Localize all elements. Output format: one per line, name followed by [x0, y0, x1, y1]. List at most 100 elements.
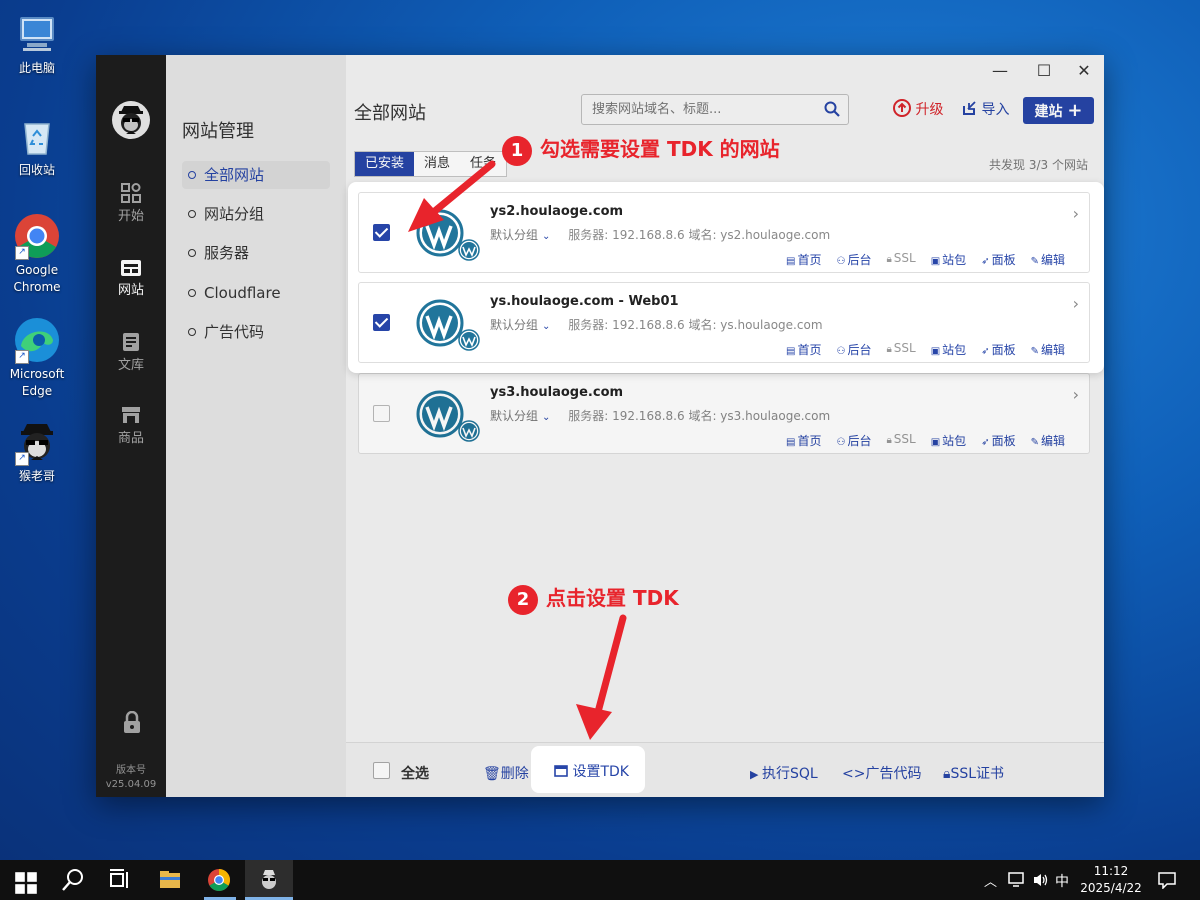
search-input[interactable]: [582, 95, 827, 124]
rail-item-library[interactable]: 文库: [96, 332, 166, 373]
site-group-select[interactable]: 默认分组 ⌄: [490, 318, 550, 332]
monkey-logo-icon: ↗: [13, 418, 61, 466]
panel-link[interactable]: ➶ 面板: [981, 251, 1015, 268]
desktop-icon-label: 此电脑: [18, 61, 55, 75]
ssl-link[interactable]: 🔒︎ SSL: [886, 341, 915, 358]
network-icon[interactable]: [1008, 872, 1026, 888]
chevron-right-icon[interactable]: ›: [1073, 294, 1079, 313]
app-logo[interactable]: [112, 101, 150, 139]
upgrade-button[interactable]: 升级: [893, 99, 943, 119]
desktop-icon-chrome[interactable]: ↗ Google Chrome: [6, 212, 68, 296]
admin-link[interactable]: ⚇ 后台: [836, 341, 871, 358]
home-link[interactable]: ▤ 首页: [786, 432, 821, 449]
site-card[interactable]: ys.houlaoge.com - Web01 默认分组 ⌄ 服务器: 192.1…: [358, 282, 1090, 363]
ssl-link[interactable]: 🔒︎ SSL: [886, 251, 915, 268]
notification-icon[interactable]: [1158, 871, 1176, 889]
build-site-button[interactable]: 建站 +: [1023, 97, 1094, 124]
chevron-up-icon[interactable]: ︿: [984, 871, 997, 890]
ssl-cert-button[interactable]: 🔒︎SSL证书: [943, 763, 1004, 783]
home-link[interactable]: ▤ 首页: [786, 341, 821, 358]
site-card[interactable]: ys3.houlaoge.com 默认分组 ⌄ 服务器: 192.168.8.6 …: [358, 373, 1090, 454]
edit-link[interactable]: ✎ 编辑: [1031, 432, 1065, 449]
select-all-checkbox[interactable]: [373, 762, 390, 779]
subnav-item-label: 网站分组: [204, 205, 265, 223]
site-checkbox[interactable]: [373, 314, 390, 331]
package-link[interactable]: ▣ 站包: [931, 251, 966, 268]
search-icon[interactable]: [824, 101, 840, 121]
windows-start-icon[interactable]: [14, 871, 38, 895]
desktop-icon-houlaoge[interactable]: ↗ 猴老哥: [6, 418, 68, 485]
maximize-button[interactable]: ☐: [1034, 61, 1054, 80]
chrome-icon: ↗: [13, 212, 61, 260]
import-button[interactable]: 导入: [961, 99, 1009, 119]
site-actions: ▤ 首页 ⚇ 后台 🔒︎ SSL ▣ 站包 ➶ 面板 ✎ 编辑: [786, 251, 1065, 268]
rail-item-products[interactable]: 商品: [96, 405, 166, 446]
site-checkbox[interactable]: [373, 405, 390, 422]
subnav-item-ad-code[interactable]: 广告代码: [182, 318, 330, 346]
site-meta: 默认分组 ⌄ 服务器: 192.168.8.6 域名: ys2.houlaoge.…: [490, 226, 830, 243]
volume-icon[interactable]: [1032, 872, 1050, 888]
build-site-label: 建站: [1034, 104, 1063, 120]
lock-icon[interactable]: [122, 710, 142, 739]
ssl-label: SSL: [893, 251, 916, 265]
select-all-label[interactable]: 全选: [401, 763, 429, 783]
desktop-icon-edge[interactable]: ↗ Microsoft Edge: [6, 316, 68, 400]
panel-link[interactable]: ➶ 面板: [981, 432, 1015, 449]
search-icon[interactable]: [61, 868, 85, 892]
rail-item-start[interactable]: 开始: [96, 183, 166, 224]
package-label: 站包: [942, 253, 967, 267]
panel-link[interactable]: ➶ 面板: [981, 341, 1015, 358]
package-icon: ▣: [930, 346, 941, 357]
site-server: 服务器: 192.168.8.6: [568, 228, 685, 242]
desktop-icon-this-pc[interactable]: 此电脑: [6, 10, 68, 77]
desktop-icon-recycle-bin[interactable]: 回收站: [6, 112, 68, 179]
rail-item-websites[interactable]: 网站: [96, 259, 166, 298]
close-button[interactable]: ✕: [1074, 61, 1094, 80]
chrome-icon[interactable]: [207, 868, 231, 892]
delete-label: 删除: [500, 766, 529, 782]
subnav-item-servers[interactable]: 服务器: [182, 239, 330, 267]
subnav-item-site-groups[interactable]: 网站分组: [182, 200, 330, 228]
task-view-icon[interactable]: [108, 868, 132, 892]
site-checkbox[interactable]: [373, 224, 390, 241]
chevron-right-icon[interactable]: ›: [1073, 204, 1079, 223]
panel-label: 面板: [991, 343, 1016, 357]
shortcut-arrow-icon: ↗: [15, 452, 29, 466]
home-link[interactable]: ▤ 首页: [786, 251, 821, 268]
site-group-select[interactable]: 默认分组 ⌄: [490, 409, 550, 423]
admin-link[interactable]: ⚇ 后台: [836, 432, 871, 449]
file-explorer-icon[interactable]: [158, 868, 182, 892]
subnav-item-cloudflare[interactable]: Cloudflare: [182, 279, 330, 307]
edit-link[interactable]: ✎ 编辑: [1031, 341, 1065, 358]
ad-code-button[interactable]: <>广告代码: [842, 763, 921, 783]
edit-link[interactable]: ✎ 编辑: [1031, 251, 1065, 268]
set-tdk-button[interactable]: 设置TDK: [531, 746, 645, 793]
package-link[interactable]: ▣ 站包: [931, 432, 966, 449]
site-actions: ▤ 首页 ⚇ 后台 🔒︎ SSL ▣ 站包 ➶ 面板 ✎ 编辑: [786, 341, 1065, 358]
admin-link[interactable]: ⚇ 后台: [836, 251, 871, 268]
ime-indicator[interactable]: 中: [1055, 871, 1069, 891]
subnav-item-all-sites[interactable]: 全部网站: [182, 161, 330, 189]
minimize-button[interactable]: —: [990, 61, 1010, 80]
clock[interactable]: 11:12 2025/4/22: [1078, 863, 1144, 897]
site-name[interactable]: ys3.houlaoge.com: [490, 385, 623, 400]
delete-button[interactable]: 🗑︎删除: [483, 763, 529, 783]
site-name[interactable]: ys2.houlaoge.com: [490, 204, 623, 219]
step1-number: 1: [502, 135, 532, 166]
website-icon: [121, 260, 141, 276]
clock-time: 11:12: [1093, 864, 1129, 878]
taskbar-app-houlaoge[interactable]: [245, 860, 293, 900]
exec-sql-button[interactable]: ▶ 执行SQL: [750, 763, 818, 783]
ssl-cert-label: SSL证书: [950, 766, 1005, 782]
ssl-link[interactable]: 🔒︎ SSL: [886, 432, 915, 449]
trash-icon: 🗑︎: [483, 766, 501, 782]
rail-item-label: 网站: [117, 283, 144, 298]
chevron-right-icon[interactable]: ›: [1073, 385, 1079, 404]
desktop-icon-label: Microsoft Edge: [9, 367, 65, 398]
site-meta: 默认分组 ⌄ 服务器: 192.168.8.6 域名: ys3.houlaoge.…: [490, 407, 830, 424]
site-domain: 域名: ys2.houlaoge.com: [688, 228, 831, 242]
bottom-action-bar: 全选 🗑︎删除 ▶ 执行SQL <>广告代码 🔒︎SSL证书: [346, 742, 1104, 797]
site-name[interactable]: ys.houlaoge.com - Web01: [490, 294, 679, 309]
found-count: 共发现 3/3 个网站: [989, 158, 1088, 172]
package-link[interactable]: ▣ 站包: [931, 341, 966, 358]
